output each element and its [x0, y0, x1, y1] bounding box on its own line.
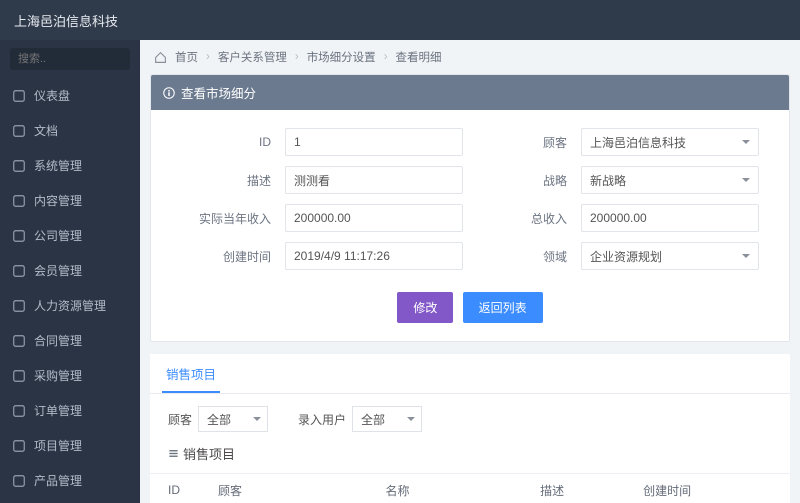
sidebar-item-label: 人力资源管理 — [34, 297, 106, 314]
sidebar-item-3[interactable]: 内容管理 — [0, 183, 140, 218]
info-icon — [163, 87, 175, 99]
sub-title-row: 销售项目 — [150, 438, 790, 473]
breadcrumb-sep: › — [206, 51, 210, 63]
sidebar-item-label: 合同管理 — [34, 332, 82, 349]
sidebar-item-label: 公司管理 — [34, 227, 82, 244]
label-desc: 描述 — [181, 172, 271, 189]
sales-table: ID 顾客 名称 描述 创建时间 1上海邑泊信息科技执行销售计划00012019… — [150, 473, 790, 503]
th-name: 名称 — [385, 482, 540, 499]
sidebar-item-label: 仪表盘 — [34, 87, 70, 104]
topbar: 上海邑泊信息科技 — [0, 0, 800, 40]
label-total-income: 总收入 — [477, 210, 567, 227]
th-customer: 顾客 — [218, 482, 385, 499]
filter-label-user: 录入用户 — [298, 411, 346, 428]
label-id: ID — [181, 135, 271, 149]
project-icon — [12, 439, 26, 453]
label-annual-income: 实际当年收入 — [181, 210, 271, 227]
select-customer[interactable]: 上海邑泊信息科技 — [581, 128, 759, 156]
sidebar-item-label: 系统管理 — [34, 157, 82, 174]
filter-row: 顾客 全部 录入用户 全部 — [150, 394, 790, 438]
th-created: 创建时间 — [643, 482, 772, 499]
cart-icon — [12, 369, 26, 383]
field-create-time: 2019/4/9 11:17:26 — [285, 242, 463, 270]
breadcrumb-home[interactable]: 首页 — [175, 49, 198, 65]
sidebar-item-label: 产品管理 — [34, 472, 82, 489]
contract-icon — [12, 334, 26, 348]
home-icon — [154, 51, 167, 64]
back-button[interactable]: 返回列表 — [463, 292, 543, 323]
th-id: ID — [168, 483, 218, 497]
button-row: 修改 返回列表 — [151, 284, 789, 341]
sidebar-item-label: 采购管理 — [34, 367, 82, 384]
sidebar-item-label: 项目管理 — [34, 437, 82, 454]
breadcrumb: 首页 › 客户关系管理 › 市场细分设置 › 查看明细 — [140, 40, 800, 74]
table-head: ID 顾客 名称 描述 创建时间 — [150, 473, 790, 503]
breadcrumb-seg1[interactable]: 客户关系管理 — [218, 49, 287, 65]
sidebar: 仪表盘文档系统管理内容管理公司管理会员管理人力资源管理合同管理采购管理订单管理项… — [0, 40, 140, 503]
label-customer: 顾客 — [477, 134, 567, 151]
tab-bar: 销售项目 — [150, 354, 790, 394]
building-icon — [12, 229, 26, 243]
select-strategy[interactable]: 新战略 — [581, 166, 759, 194]
sidebar-item-6[interactable]: 人力资源管理 — [0, 288, 140, 323]
main-area: 首页 › 客户关系管理 › 市场细分设置 › 查看明细 查看市场细分 ID 1 … — [140, 40, 800, 503]
label-domain: 领域 — [477, 248, 567, 265]
sidebar-item-7[interactable]: 合同管理 — [0, 323, 140, 358]
select-domain[interactable]: 企业资源规划 — [581, 242, 759, 270]
field-desc: 测测看 — [285, 166, 463, 194]
sidebar-item-label: 订单管理 — [34, 402, 82, 419]
sidebar-item-9[interactable]: 订单管理 — [0, 393, 140, 428]
sidebar-item-2[interactable]: 系统管理 — [0, 148, 140, 183]
doc-icon — [12, 124, 26, 138]
breadcrumb-sep: › — [384, 51, 388, 63]
order-icon — [12, 404, 26, 418]
hr-icon — [12, 299, 26, 313]
sidebar-item-11[interactable]: 产品管理 — [0, 463, 140, 498]
th-desc: 描述 — [540, 482, 643, 499]
content-icon — [12, 194, 26, 208]
field-total-income: 200000.00 — [581, 204, 759, 232]
list-icon — [168, 448, 179, 459]
label-create-time: 创建时间 — [181, 248, 271, 265]
edit-button[interactable]: 修改 — [397, 292, 453, 323]
sidebar-item-label: 会员管理 — [34, 262, 82, 279]
card-title: 查看市场细分 — [181, 83, 256, 102]
breadcrumb-seg3: 查看明细 — [396, 49, 442, 65]
form-grid: ID 1 顾客 上海邑泊信息科技 描述 测测看 战略 新战略 实际当年收入 20… — [151, 110, 789, 284]
breadcrumb-seg2[interactable]: 市场细分设置 — [307, 49, 376, 65]
filter-select-customer[interactable]: 全部 — [198, 406, 268, 432]
tab-sales-projects[interactable]: 销售项目 — [162, 354, 220, 393]
field-annual-income: 200000.00 — [285, 204, 463, 232]
sidebar-item-12[interactable]: 财务管理 — [0, 498, 140, 503]
label-strategy: 战略 — [477, 172, 567, 189]
sidebar-item-4[interactable]: 公司管理 — [0, 218, 140, 253]
product-icon — [12, 474, 26, 488]
sidebar-item-8[interactable]: 采购管理 — [0, 358, 140, 393]
detail-card: 查看市场细分 ID 1 顾客 上海邑泊信息科技 描述 测测看 战略 新战略 实际… — [150, 74, 790, 342]
gear-icon — [12, 159, 26, 173]
sidebar-item-1[interactable]: 文档 — [0, 113, 140, 148]
field-id: 1 — [285, 128, 463, 156]
card-header: 查看市场细分 — [151, 75, 789, 110]
sidebar-item-10[interactable]: 项目管理 — [0, 428, 140, 463]
search-input[interactable] — [10, 48, 130, 70]
sidebar-item-label: 内容管理 — [34, 192, 82, 209]
sidebar-item-label: 文档 — [34, 122, 58, 139]
sidebar-item-0[interactable]: 仪表盘 — [0, 78, 140, 113]
breadcrumb-sep: › — [295, 51, 299, 63]
users-icon — [12, 264, 26, 278]
sidebar-search-wrap — [0, 40, 140, 78]
dashboard-icon — [12, 89, 26, 103]
filter-select-user[interactable]: 全部 — [352, 406, 422, 432]
brand-title: 上海邑泊信息科技 — [14, 11, 118, 30]
filter-label-customer: 顾客 — [168, 411, 192, 428]
sidebar-item-5[interactable]: 会员管理 — [0, 253, 140, 288]
sub-title: 销售项目 — [183, 444, 235, 463]
